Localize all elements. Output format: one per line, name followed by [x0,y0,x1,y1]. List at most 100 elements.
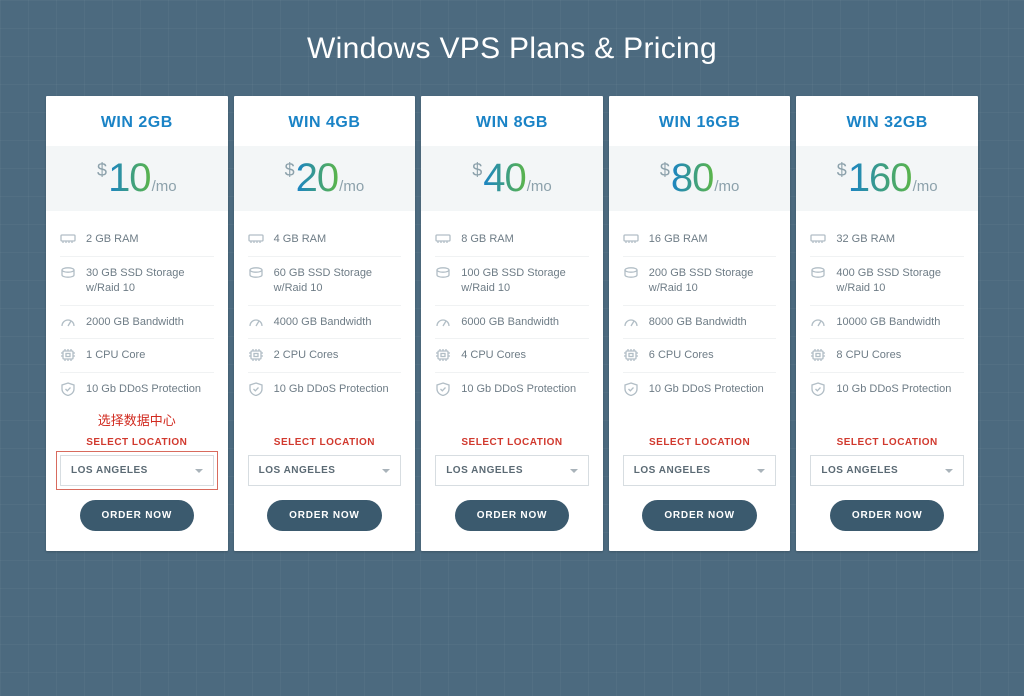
location-value: LOS ANGELES [634,465,711,476]
price-amount: 20 [296,156,339,200]
feature-item: 4 GB RAM [248,223,402,257]
feature-text: 200 GB SSD Storage w/Raid 10 [649,266,777,296]
location-value: LOS ANGELES [259,465,336,476]
feature-item: 1 CPU Core [60,339,214,373]
plan-name: WIN 4GB [248,114,402,132]
plan-price: $10/mo [46,146,228,211]
feature-item: 2 CPU Cores [248,339,402,373]
select-location-label: SELECT LOCATION [60,437,214,448]
currency-symbol: $ [660,160,670,180]
feature-text: 2 GB RAM [86,232,139,247]
location-select[interactable]: LOS ANGELES [60,455,214,486]
gauge-icon [248,315,264,329]
feature-text: 400 GB SSD Storage w/Raid 10 [836,266,964,296]
order-now-button[interactable]: ORDER NOW [455,500,570,531]
feature-text: 10 Gb DDoS Protection [649,382,764,397]
gauge-icon [810,315,826,329]
plan-card: WIN 32GB$160/mo32 GB RAM400 GB SSD Stora… [796,96,978,551]
feature-list: 16 GB RAM 200 GB SSD Storage w/Raid 10 800… [623,223,777,427]
feature-text: 100 GB SSD Storage w/Raid 10 [461,266,589,296]
ram-icon [810,232,826,246]
location-value: LOS ANGELES [821,465,898,476]
feature-item: 60 GB SSD Storage w/Raid 10 [248,257,402,306]
price-period: /mo [913,178,938,195]
price-period: /mo [339,178,364,195]
chevron-down-icon [382,469,390,473]
feature-list: 8 GB RAM 100 GB SSD Storage w/Raid 10 6000… [435,223,589,427]
feature-item: 4000 GB Bandwidth [248,306,402,340]
chevron-down-icon [195,469,203,473]
plan-price: $20/mo [234,146,416,211]
plan-card: WIN 4GB $20/mo 4 GB RAM 60 GB SSD Storage w… [234,96,416,551]
feature-text: 10 Gb DDoS Protection [836,382,951,397]
annotation-label: 选择数据中心 [60,410,214,429]
plan-card: WIN 16GB$80/mo16 GB RAM200 GB SSD Storag… [609,96,791,551]
ram-icon [623,232,639,246]
feature-text: 4 GB RAM [274,232,327,247]
cpu-icon [60,348,76,362]
shield-icon [623,382,639,396]
feature-list: 2 GB RAM 30 GB SSD Storage w/Raid 10 2000 … [60,223,214,406]
feature-item: 100 GB SSD Storage w/Raid 10 [435,257,589,306]
disk-icon [248,266,264,280]
plan-card: WIN 8GB$40/mo8 GB RAM100 GB SSD Storage … [421,96,603,551]
chevron-down-icon [757,469,765,473]
feature-text: 4000 GB Bandwidth [274,315,372,330]
plan-name: WIN 2GB [60,114,214,132]
plan-price: $80/mo [609,146,791,211]
feature-text: 32 GB RAM [836,232,895,247]
location-select[interactable]: LOS ANGELES [810,455,964,486]
feature-item: 200 GB SSD Storage w/Raid 10 [623,257,777,306]
location-select[interactable]: LOS ANGELES [623,455,777,486]
currency-symbol: $ [472,160,482,180]
feature-text: 2000 GB Bandwidth [86,315,184,330]
feature-item: 4 CPU Cores [435,339,589,373]
feature-item: 8000 GB Bandwidth [623,306,777,340]
feature-text: 8 GB RAM [461,232,514,247]
cpu-icon [810,348,826,362]
feature-item: 30 GB SSD Storage w/Raid 10 [60,257,214,306]
feature-text: 8 CPU Cores [836,348,901,363]
shield-icon [810,382,826,396]
plan-name: WIN 32GB [810,114,964,132]
plan-price: $40/mo [421,146,603,211]
gauge-icon [60,315,76,329]
feature-text: 6000 GB Bandwidth [461,315,559,330]
feature-item: 2 GB RAM [60,223,214,257]
shield-icon [60,382,76,396]
feature-text: 10000 GB Bandwidth [836,315,940,330]
order-now-button[interactable]: ORDER NOW [267,500,382,531]
gauge-icon [435,315,451,329]
feature-text: 16 GB RAM [649,232,708,247]
feature-text: 60 GB SSD Storage w/Raid 10 [274,266,402,296]
location-value: LOS ANGELES [71,465,148,476]
location-select[interactable]: LOS ANGELES [435,455,589,486]
price-amount: 160 [848,156,912,200]
select-location-label: SELECT LOCATION [435,437,589,448]
feature-item: 10 Gb DDoS Protection [248,373,402,406]
feature-text: 8000 GB Bandwidth [649,315,747,330]
feature-text: 10 Gb DDoS Protection [274,382,389,397]
feature-item: 10 Gb DDoS Protection [810,373,964,406]
disk-icon [435,266,451,280]
feature-text: 4 CPU Cores [461,348,526,363]
feature-item: 6000 GB Bandwidth [435,306,589,340]
location-value: LOS ANGELES [446,465,523,476]
order-now-button[interactable]: ORDER NOW [830,500,945,531]
plan-card: WIN 2GB $10/mo 2 GB RAM 30 GB SSD Storage w… [46,96,228,551]
order-now-button[interactable]: ORDER NOW [642,500,757,531]
feature-list: 4 GB RAM 60 GB SSD Storage w/Raid 10 4000 … [248,223,402,427]
cpu-icon [623,348,639,362]
chevron-down-icon [945,469,953,473]
feature-item: 2000 GB Bandwidth [60,306,214,340]
feature-text: 30 GB SSD Storage w/Raid 10 [86,266,214,296]
page-title: Windows VPS Plans & Pricing [0,0,1024,96]
feature-item: 10 Gb DDoS Protection [623,373,777,406]
location-select[interactable]: LOS ANGELES [248,455,402,486]
order-now-button[interactable]: ORDER NOW [80,500,195,531]
cpu-icon [248,348,264,362]
select-location-label: SELECT LOCATION [810,437,964,448]
disk-icon [60,266,76,280]
feature-item: 16 GB RAM [623,223,777,257]
price-amount: 80 [671,156,714,200]
